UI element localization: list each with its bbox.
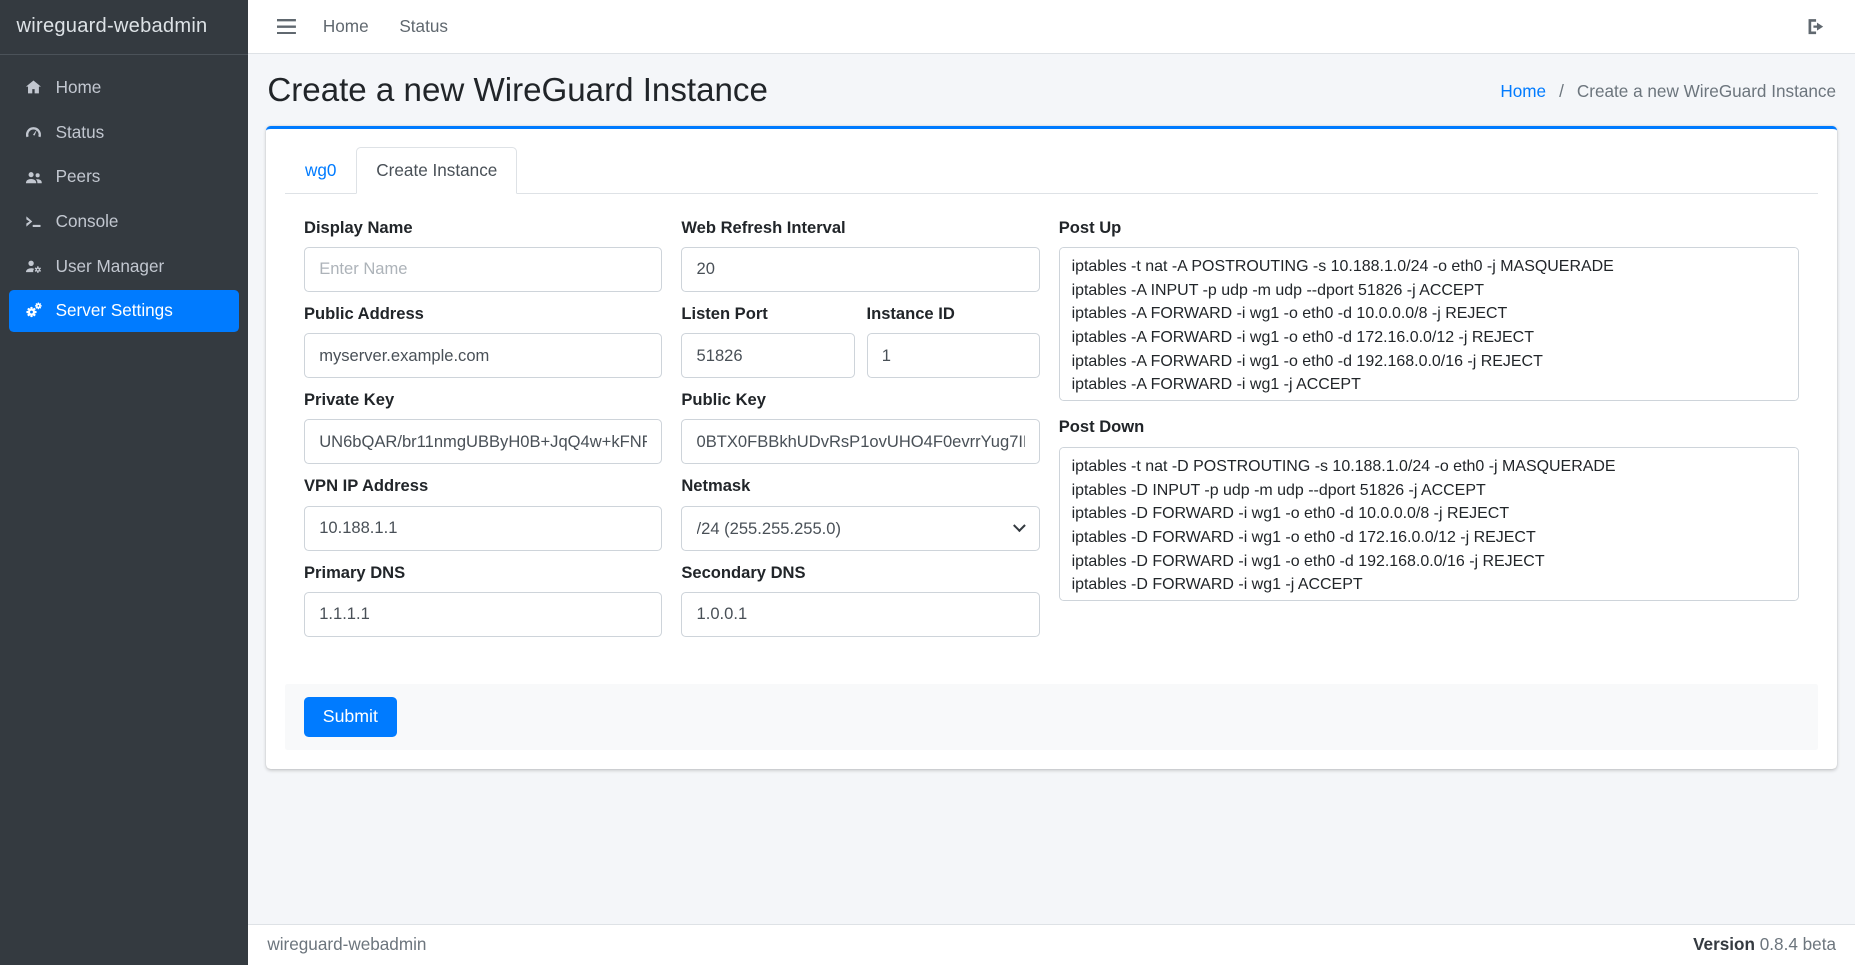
breadcrumb-home-link[interactable]: Home — [1500, 81, 1546, 101]
breadcrumb-current: Create a new WireGuard Instance — [1577, 81, 1836, 101]
tab-bar: wg0 Create Instance — [285, 147, 1818, 193]
primary-dns-field: Primary DNS — [304, 563, 662, 637]
instance-card: wg0 Create Instance Display Name Web Ref… — [266, 126, 1837, 769]
user-manager-icon — [21, 257, 45, 276]
public-key-label: Public Key — [681, 390, 1039, 410]
instance-id-input[interactable] — [867, 333, 1040, 378]
private-key-field: Private Key — [304, 390, 662, 464]
port-and-id-row: Listen Port Instance ID — [681, 304, 1039, 378]
public-key-field: Public Key — [681, 390, 1039, 464]
sidebar-item-label: Console — [56, 211, 119, 232]
menu-toggle-button[interactable] — [267, 10, 305, 44]
peers-icon — [21, 168, 45, 187]
display-name-input[interactable] — [304, 247, 662, 292]
listen-port-field: Listen Port — [681, 304, 854, 378]
primary-dns-input[interactable] — [304, 592, 662, 637]
home-icon — [21, 78, 45, 97]
listen-port-input[interactable] — [681, 333, 854, 378]
tab-wg0[interactable]: wg0 — [285, 147, 356, 194]
content: Create a new WireGuard Instance Home / C… — [248, 54, 1855, 924]
topnav-link-home[interactable]: Home — [310, 7, 382, 47]
web-refresh-interval-input[interactable] — [681, 247, 1039, 292]
instance-id-field: Instance ID — [867, 304, 1040, 378]
public-address-label: Public Address — [304, 304, 662, 324]
sidebar-item-label: Status — [56, 122, 105, 143]
main-area: Home Status Create a new WireGuard Insta… — [248, 0, 1855, 965]
sidebar-item-peers[interactable]: Peers — [9, 156, 239, 198]
sidebar-nav: Home Status Peers Console — [0, 57, 248, 341]
server-settings-icon — [21, 301, 45, 320]
public-address-field: Public Address — [304, 304, 662, 378]
private-key-label: Private Key — [304, 390, 662, 410]
netmask-select[interactable]: /24 (255.255.255.0) — [681, 506, 1039, 551]
post-down-textarea[interactable]: iptables -t nat -D POSTROUTING -s 10.188… — [1059, 447, 1800, 601]
sidebar-item-user-manager[interactable]: User Manager — [9, 245, 239, 287]
post-up-textarea[interactable]: iptables -t nat -A POSTROUTING -s 10.188… — [1059, 247, 1800, 401]
post-up-field: Post Up iptables -t nat -A POSTROUTING -… — [1059, 218, 1800, 401]
breadcrumb: Home / Create a new WireGuard Instance — [1500, 81, 1836, 102]
sidebar-item-label: Home — [56, 77, 102, 98]
topnav-link-status[interactable]: Status — [386, 7, 461, 47]
submit-button[interactable]: Submit — [304, 697, 397, 737]
form-left-columns: Display Name Web Refresh Interval Public… — [304, 218, 1040, 649]
submit-strip: Submit — [285, 684, 1818, 750]
version-value: 0.8.4 beta — [1760, 934, 1836, 954]
vpn-ip-label: VPN IP Address — [304, 476, 662, 496]
public-key-input[interactable] — [681, 419, 1039, 464]
web-refresh-interval-label: Web Refresh Interval — [681, 218, 1039, 238]
post-down-field: Post Down iptables -t nat -D POSTROUTING… — [1059, 417, 1800, 600]
primary-dns-label: Primary DNS — [304, 563, 662, 583]
display-name-label: Display Name — [304, 218, 662, 238]
breadcrumb-separator: / — [1559, 81, 1564, 101]
top-navbar: Home Status — [248, 0, 1855, 54]
secondary-dns-input[interactable] — [681, 592, 1039, 637]
content-header: Create a new WireGuard Instance Home / C… — [248, 54, 1855, 123]
sidebar-item-server-settings[interactable]: Server Settings — [9, 290, 239, 332]
sidebar-item-status[interactable]: Status — [9, 111, 239, 153]
footer-brand: wireguard-webadmin — [267, 934, 426, 955]
instance-id-label: Instance ID — [867, 304, 1040, 324]
version-label: Version — [1693, 934, 1755, 954]
post-down-label: Post Down — [1059, 417, 1800, 437]
page-title: Create a new WireGuard Instance — [267, 72, 768, 110]
form-right-column: Post Up iptables -t nat -A POSTROUTING -… — [1059, 218, 1800, 649]
status-icon — [21, 123, 45, 142]
hamburger-icon — [277, 19, 296, 34]
listen-port-label: Listen Port — [681, 304, 854, 324]
footer-version: Version 0.8.4 beta — [1693, 934, 1836, 955]
vpn-ip-field: VPN IP Address — [304, 476, 662, 550]
page-footer: wireguard-webadmin Version 0.8.4 beta — [248, 924, 1855, 965]
sidebar-item-label: User Manager — [56, 256, 165, 277]
secondary-dns-field: Secondary DNS — [681, 563, 1039, 637]
private-key-input[interactable] — [304, 419, 662, 464]
console-icon — [21, 212, 45, 231]
logout-button[interactable] — [1796, 7, 1836, 47]
sidebar: wireguard-webadmin Home Status Peers — [0, 0, 248, 965]
netmask-field: Netmask /24 (255.255.255.0) — [681, 476, 1039, 550]
public-address-input[interactable] — [304, 333, 662, 378]
sidebar-item-console[interactable]: Console — [9, 200, 239, 242]
post-up-label: Post Up — [1059, 218, 1800, 238]
logout-icon — [1805, 16, 1826, 37]
sidebar-item-home[interactable]: Home — [9, 67, 239, 109]
web-refresh-interval-field: Web Refresh Interval — [681, 218, 1039, 292]
instance-form: Display Name Web Refresh Interval Public… — [285, 194, 1818, 649]
display-name-field: Display Name — [304, 218, 662, 292]
sidebar-item-label: Server Settings — [56, 300, 173, 321]
vpn-ip-input[interactable] — [304, 506, 662, 551]
secondary-dns-label: Secondary DNS — [681, 563, 1039, 583]
app: wireguard-webadmin Home Status Peers — [0, 0, 1855, 965]
brand: wireguard-webadmin — [0, 0, 248, 55]
card-body: wg0 Create Instance Display Name Web Ref… — [266, 129, 1837, 769]
netmask-label: Netmask — [681, 476, 1039, 496]
sidebar-item-label: Peers — [56, 166, 101, 187]
tab-create-instance[interactable]: Create Instance — [356, 147, 517, 194]
